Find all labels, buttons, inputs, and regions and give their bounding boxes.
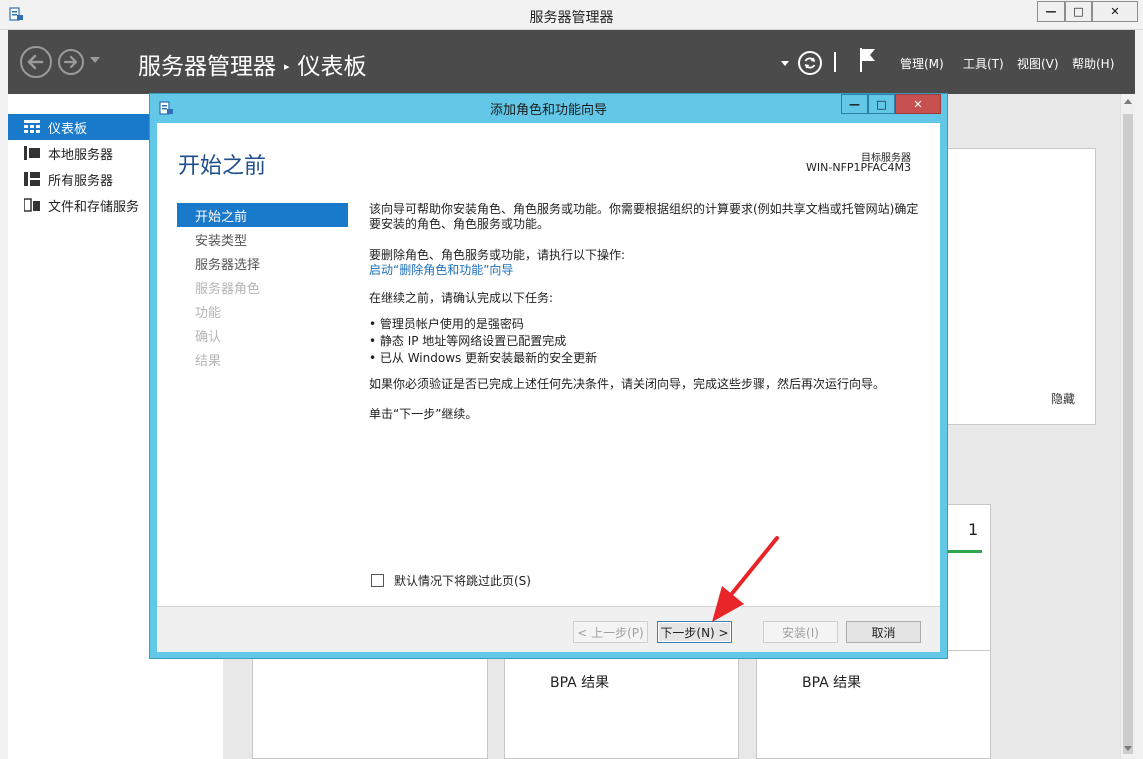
refresh-icon[interactable] — [798, 51, 822, 75]
local-server-icon — [24, 146, 40, 160]
welcome-tile — [940, 148, 1096, 425]
scroll-up-icon[interactable] — [1124, 99, 1132, 104]
window-border-left — [0, 30, 8, 759]
wizard-body: 开始之前 目标服务器 WIN-NFP1PFAC4M3 开始之前 安装类型 服务器… — [157, 123, 940, 606]
status-ok-line — [946, 550, 982, 553]
intro-text-line1: 该向导可帮助你安装角色、角色服务或功能。你需要根据组织的计算要求(例如共享文档或… — [369, 202, 919, 216]
scroll-thumb[interactable] — [1123, 114, 1133, 754]
target-server-name: WIN-NFP1PFAC4M3 — [806, 161, 911, 174]
maximize-button[interactable]: □ — [1065, 1, 1092, 22]
step-installation-type[interactable]: 安装类型 — [177, 227, 348, 251]
bpa-results-label[interactable]: BPA 结果 — [550, 672, 609, 692]
remove-instruction-text: 要删除角色、角色服务或功能，请执行以下操作: — [369, 248, 626, 262]
all-servers-icon — [24, 172, 40, 186]
refresh-arrows-icon — [804, 57, 816, 69]
bpa-results-label[interactable]: BPA 结果 — [802, 672, 861, 692]
minimize-button[interactable]: — — [1037, 1, 1065, 22]
step-confirmation: 确认 — [195, 329, 222, 345]
tile-count: 1 — [968, 520, 979, 539]
prereq-bullet: • 已从 Windows 更新安装最新的安全更新 — [369, 351, 598, 365]
wizard-close-button[interactable]: ✕ — [895, 94, 941, 114]
hide-welcome-link[interactable]: 隐藏 — [1051, 390, 1075, 407]
page-title: 开始之前 — [178, 154, 267, 179]
server-tile-left[interactable] — [252, 650, 488, 759]
sidebar-item-label: 所有服务器 — [48, 173, 114, 189]
file-storage-icon — [24, 198, 40, 212]
sidebar-item-dashboard[interactable]: 仪表板 — [8, 114, 150, 140]
sidebar-item-label: 文件和存储服务 — [48, 199, 140, 215]
verify-prereq-text: 如果你必须验证是否已完成上述任何先决条件，请关闭向导，完成这些步骤，然后再次运行… — [369, 377, 886, 391]
click-next-text: 单击“下一步”继续。 — [369, 407, 478, 421]
annotation-arrow-icon — [712, 536, 779, 622]
window-border-right — [1135, 30, 1143, 759]
step-results: 结果 — [195, 353, 222, 369]
cancel-button[interactable]: 取消 — [846, 621, 921, 643]
add-roles-wizard-dialog: 添加角色和功能向导 — □ ✕ 开始之前 目标服务器 WIN-NFP1PFAC4… — [149, 93, 948, 659]
main-titlebar: 服务器管理器 — □ ✕ — [0, 0, 1143, 30]
skip-page-checkbox[interactable] — [371, 574, 384, 587]
skip-page-label[interactable]: 默认情况下将跳过此页(S) — [394, 572, 531, 589]
wizard-footer: < 上一步(P) 下一步(N) > 安装(I) 取消 — [157, 606, 940, 652]
notifications-flag-icon[interactable] — [858, 47, 878, 73]
menu-manage[interactable]: 管理(M) — [900, 55, 944, 72]
remove-roles-wizard-link[interactable]: 启动“删除角色和功能”向导 — [369, 263, 513, 278]
vertical-scrollbar[interactable] — [1120, 94, 1135, 759]
history-dropdown-icon[interactable] — [90, 57, 100, 63]
dashboard-icon — [24, 120, 40, 133]
breadcrumb-root: 服务器管理器 — [138, 54, 276, 80]
breadcrumb: 服务器管理器 ▸ 仪表板 — [138, 47, 367, 81]
wizard-maximize-button[interactable]: □ — [868, 94, 895, 114]
back-button[interactable] — [20, 46, 52, 78]
server-tile-middle[interactable] — [504, 650, 739, 759]
prereq-bullet: • 静态 IP 地址等网络设置已配置完成 — [369, 334, 567, 348]
close-button[interactable]: ✕ — [1092, 1, 1138, 22]
menu-view[interactable]: 视图(V) — [1017, 55, 1059, 72]
intro-text-line2: 要安装的角色、角色服务或功能。 — [369, 217, 550, 231]
window-title: 服务器管理器 — [529, 10, 614, 26]
prereq-bullet: • 管理员帐户使用的是强密码 — [369, 317, 524, 331]
arrow-right-icon — [63, 55, 78, 69]
before-continue-text: 在继续之前，请确认完成以下任务: — [369, 291, 554, 305]
wizard-title: 添加角色和功能向导 — [489, 103, 607, 118]
arrow-left-icon — [27, 54, 44, 70]
server-tile-right[interactable] — [756, 650, 991, 759]
step-server-roles: 服务器角色 — [195, 281, 261, 297]
sidebar-item-label: 本地服务器 — [48, 147, 114, 163]
header-divider — [834, 52, 836, 72]
breadcrumb-separator: ▸ — [284, 60, 290, 73]
wizard-minimize-button[interactable]: — — [841, 94, 868, 114]
scroll-down-icon[interactable] — [1124, 746, 1132, 751]
sidebar-item-label: 仪表板 — [48, 121, 88, 137]
header-dropdown-icon[interactable] — [781, 61, 789, 66]
breadcrumb-page: 仪表板 — [297, 54, 367, 80]
step-server-selection[interactable]: 服务器选择 — [177, 251, 348, 275]
previous-button[interactable]: < 上一步(P) — [573, 621, 648, 643]
header-bar: 服务器管理器 ▸ 仪表板 管理(M) 工具(T) 视图(V) 帮助(H) — [8, 30, 1135, 94]
menu-help[interactable]: 帮助(H) — [1072, 55, 1114, 72]
menu-tools[interactable]: 工具(T) — [963, 55, 1004, 72]
forward-button[interactable] — [58, 49, 84, 75]
step-features: 功能 — [195, 305, 222, 321]
step-before-you-begin[interactable]: 开始之前 — [177, 203, 348, 227]
